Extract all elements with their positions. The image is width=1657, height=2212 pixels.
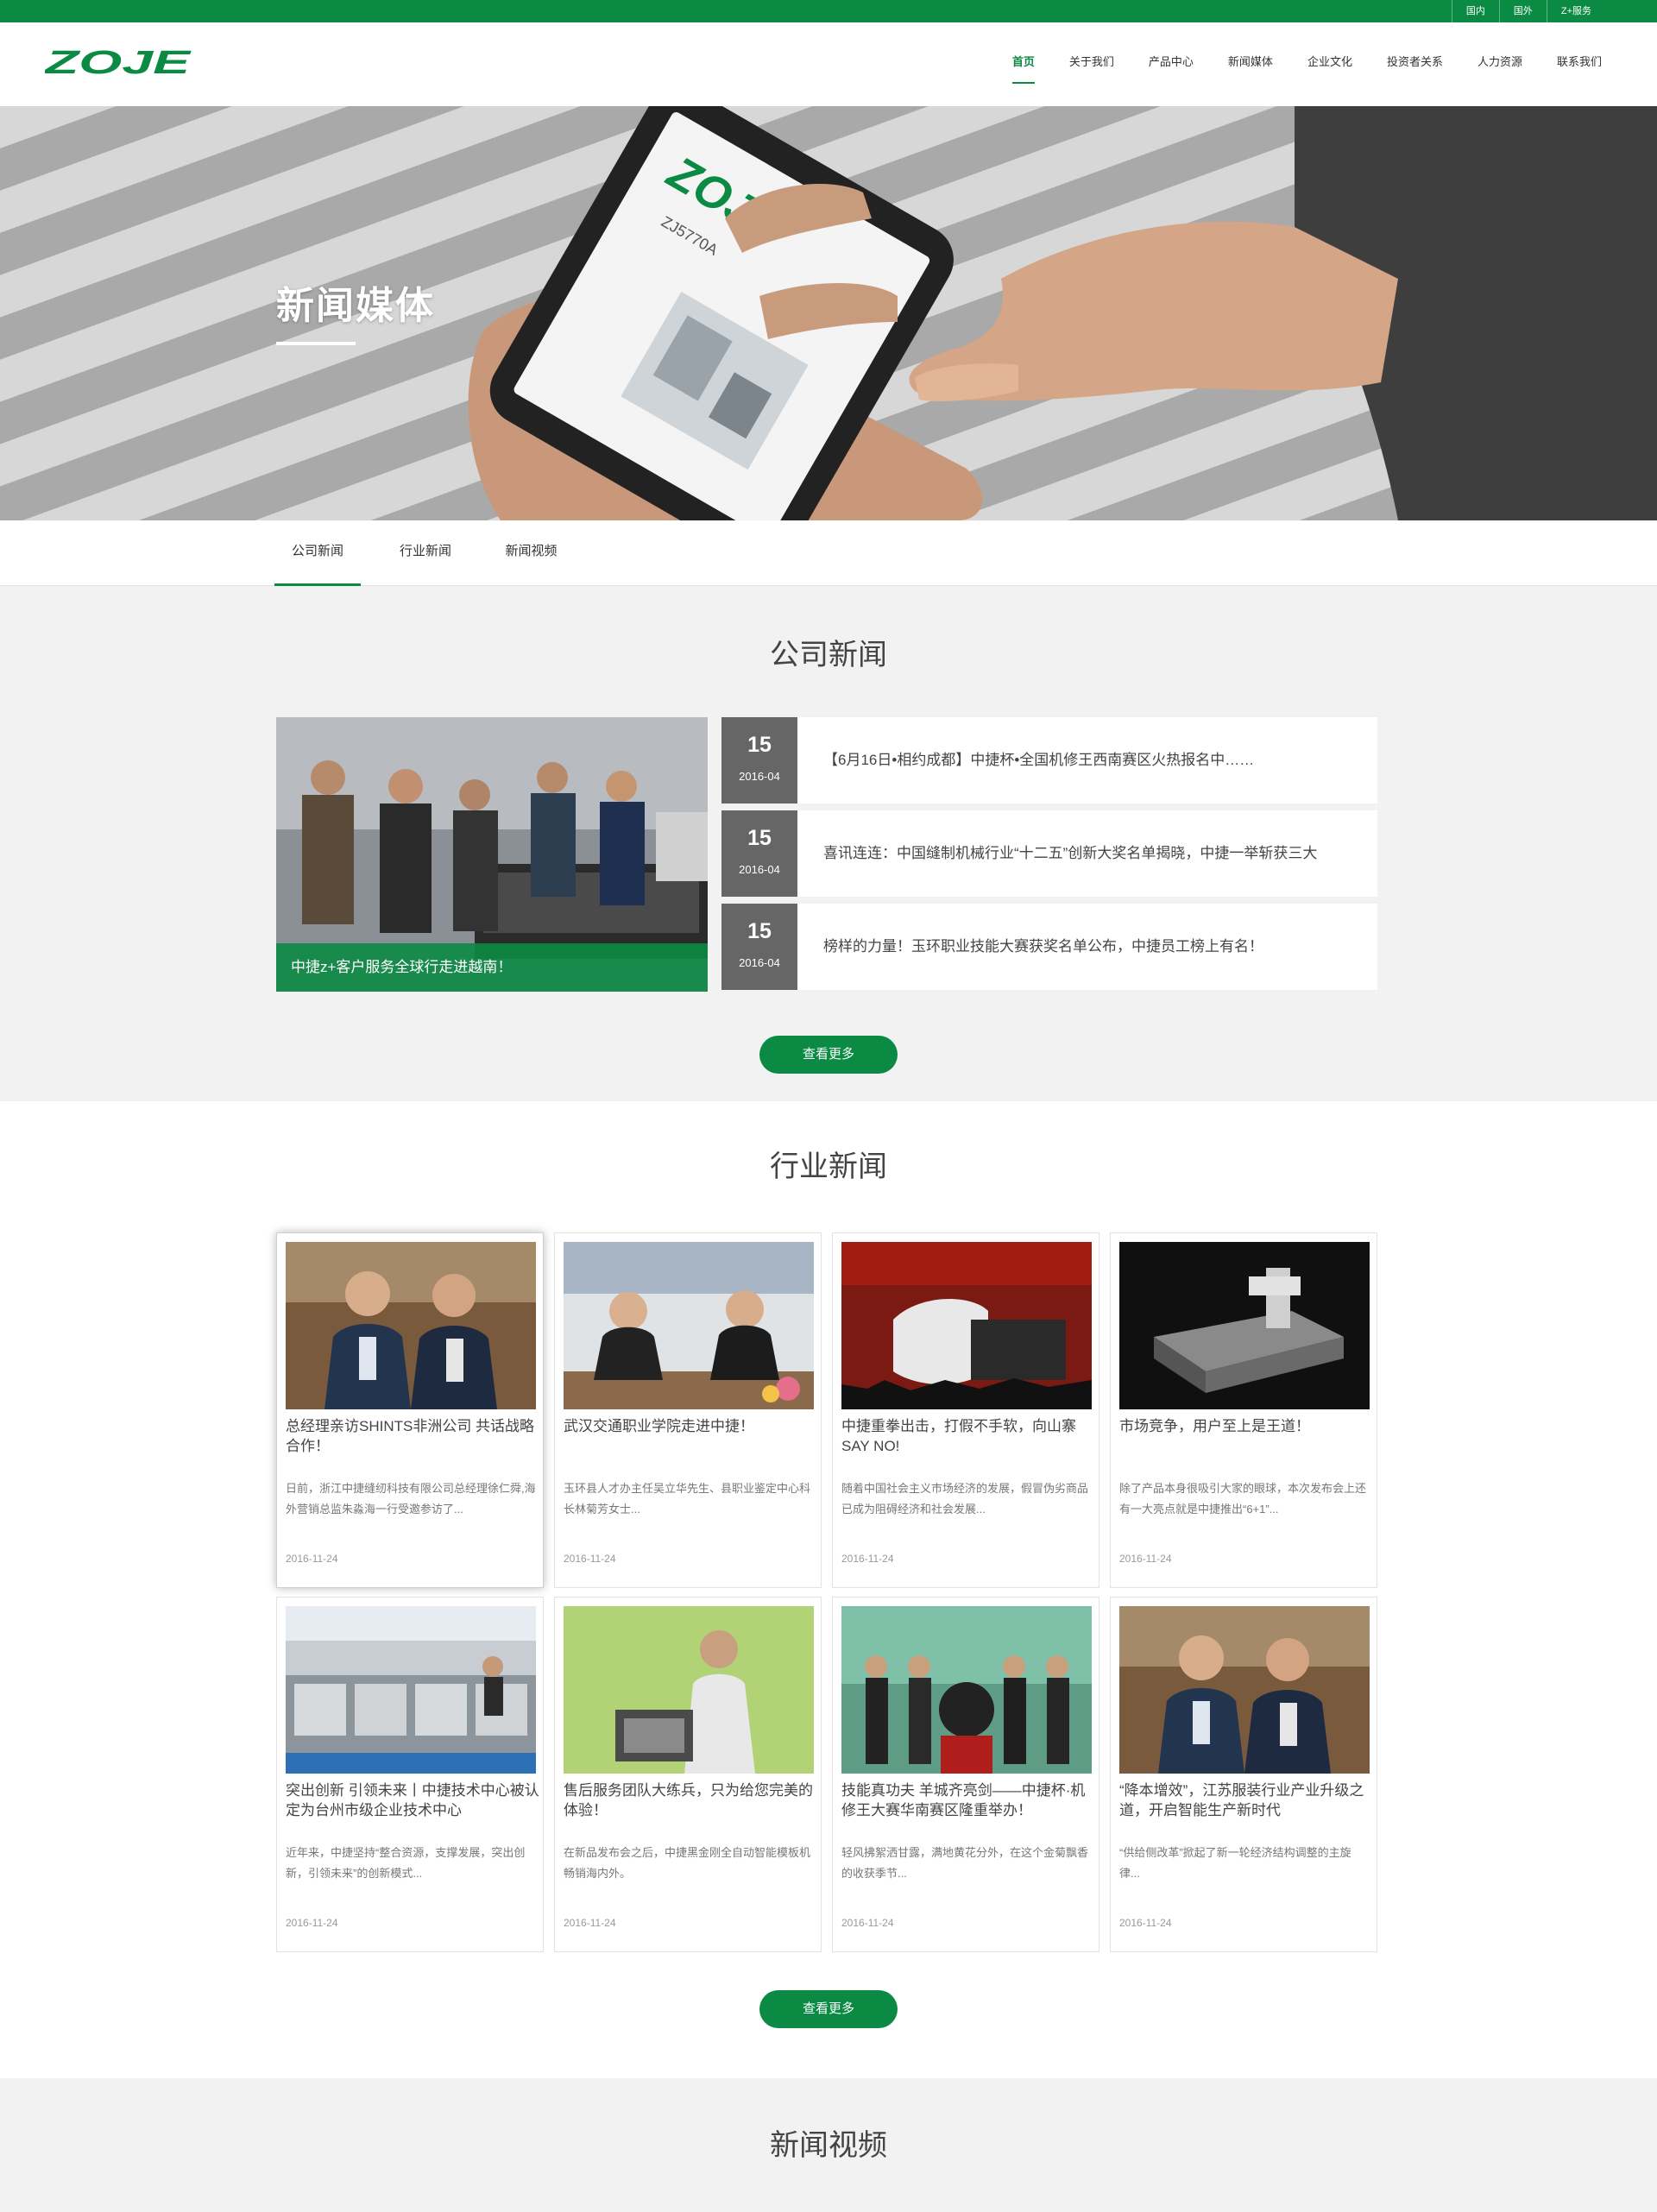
nav-investor[interactable]: 投资者关系 bbox=[1387, 22, 1443, 106]
card-desc: 在新品发布会之后，中捷黑金刚全自动智能模板机畅销海内外。 bbox=[564, 1846, 811, 1880]
news-date: 15 2016-04 bbox=[721, 717, 797, 804]
card-date: 2016-11-24 bbox=[841, 1553, 894, 1565]
tab-company-news[interactable]: 公司新闻 bbox=[274, 520, 361, 586]
nav-home[interactable]: 首页 bbox=[1011, 22, 1035, 106]
ceremony-icon bbox=[841, 1606, 1092, 1774]
company-news-section: 公司新闻 中捷z+客户服务全球行走进越南！ 15 2016-04 【6月16日•… bbox=[0, 586, 1657, 1101]
card-date: 2016-11-24 bbox=[1119, 1553, 1172, 1565]
news-day: 15 bbox=[747, 919, 772, 943]
news-card[interactable]: 总经理亲访SHINTS非洲公司 共话战略合作！ 日前，浙江中捷缝纫科技有限公司总… bbox=[276, 1232, 544, 1588]
news-headline[interactable]: 喜讯连连：中国缝制机械行业“十二五”创新大奖名单揭晓，中捷一举斩获三大 bbox=[823, 810, 1358, 897]
card-date: 2016-11-24 bbox=[564, 1917, 616, 1929]
card-date: 2016-11-24 bbox=[564, 1553, 616, 1565]
company-more-button[interactable]: 查看更多 bbox=[759, 1036, 898, 1074]
news-card[interactable]: “降本增效”，江苏服装行业产业升级之道，开启智能生产新时代 “供给侧改革”掀起了… bbox=[1110, 1597, 1377, 1952]
news-card[interactable]: 售后服务团队大练兵，只为给您完美的体验！ 在新品发布会之后，中捷黑金刚全自动智能… bbox=[554, 1597, 822, 1952]
card-desc: 近年来，中捷坚持“整合资源，支撑发展，突出创新，引领未来”的创新模式... bbox=[286, 1846, 526, 1880]
card-title[interactable]: 售后服务团队大练兵，只为给您完美的体验！ bbox=[564, 1780, 817, 1820]
nav-products[interactable]: 产品中心 bbox=[1149, 22, 1194, 106]
tab-industry-news[interactable]: 行业新闻 bbox=[387, 520, 464, 586]
card-title[interactable]: 技能真功夫 羊城齐亮剑——中捷杯·机修王大赛华南赛区隆重举办！ bbox=[841, 1780, 1095, 1820]
card-date: 2016-11-24 bbox=[286, 1553, 338, 1565]
news-date: 15 2016-04 bbox=[721, 904, 797, 990]
industry-more-button[interactable]: 查看更多 bbox=[759, 1990, 898, 2028]
card-date: 2016-11-24 bbox=[286, 1917, 338, 1929]
nav-news-media[interactable]: 新闻媒体 bbox=[1228, 22, 1273, 106]
news-video-title: 新闻视频 bbox=[770, 2129, 887, 2162]
card-title[interactable]: 突出创新 引领未来丨中捷技术中心被认定为台州市级企业技术中心 bbox=[286, 1780, 539, 1820]
link-overseas[interactable]: 国外 bbox=[1498, 0, 1547, 22]
news-card[interactable]: 市场竞争，用户至上是王道！ 除了产品本身很吸引大家的眼球，本次发布会上还有一大亮… bbox=[1110, 1232, 1377, 1588]
nav-culture[interactable]: 企业文化 bbox=[1307, 22, 1352, 106]
hero-title: 新闻媒体 bbox=[276, 285, 435, 327]
top-bar: 国内 国外 Z+服务 bbox=[0, 0, 1657, 22]
hero-title-underline bbox=[276, 342, 356, 345]
card-title[interactable]: “降本增效”，江苏服装行业产业升级之道，开启智能生产新时代 bbox=[1119, 1780, 1373, 1820]
news-card[interactable]: 中捷重拳出击，打假不手软，向山寨SAY NO! 随着中国社会主义市场经济的发展，… bbox=[832, 1232, 1099, 1588]
link-zplus-service[interactable]: Z+服务 bbox=[1546, 0, 1605, 22]
news-headline[interactable]: 榜样的力量！玉环职业技能大赛获奖名单公布，中捷员工榜上有名！ bbox=[823, 904, 1358, 990]
meeting-icon bbox=[564, 1242, 814, 1409]
presenter-icon bbox=[564, 1606, 814, 1774]
news-card[interactable]: 技能真功夫 羊城齐亮剑——中捷杯·机修王大赛华南赛区隆重举办！ 轻风拂絮洒甘露，… bbox=[832, 1597, 1099, 1952]
card-date: 2016-11-24 bbox=[1119, 1917, 1172, 1929]
top-links: 国内 国外 Z+服务 bbox=[1451, 0, 1605, 22]
tab-news-video[interactable]: 新闻视频 bbox=[490, 520, 572, 586]
card-title[interactable]: 中捷重拳出击，打假不手软，向山寨SAY NO! bbox=[841, 1416, 1095, 1456]
hero-illustration: ZOJE ZJ5770A bbox=[468, 106, 1657, 520]
news-card[interactable]: 武汉交通职业学院走进中捷！ 玉环县人才办主任吴立华先生、县职业鉴定中心科长林菊芳… bbox=[554, 1232, 822, 1588]
link-domestic[interactable]: 国内 bbox=[1451, 0, 1499, 22]
anti-fake-icon bbox=[841, 1242, 1092, 1409]
news-day: 15 bbox=[747, 826, 772, 850]
featured-caption: 中捷z+客户服务全球行走进越南！ bbox=[276, 943, 708, 992]
card-desc: 随着中国社会主义市场经济的发展，假冒伪劣商品已成为阻碍经济和社会发展... bbox=[841, 1482, 1089, 1516]
card-date: 2016-11-24 bbox=[841, 1917, 894, 1929]
machine-icon bbox=[1119, 1242, 1370, 1409]
featured-news[interactable]: 中捷z+客户服务全球行走进越南！ bbox=[276, 717, 708, 992]
card-desc: 日前，浙江中捷缝纫科技有限公司总经理徐仁舜,海外营销总监朱淼海一行受邀参访了..… bbox=[286, 1482, 536, 1516]
nav-contact[interactable]: 联系我们 bbox=[1557, 22, 1602, 106]
main-nav: 首页 关于我们 产品中心 新闻媒体 企业文化 投资者关系 人力资源 联系我们 bbox=[978, 22, 1602, 106]
two-men-icon bbox=[286, 1242, 536, 1409]
card-desc: 玉环县人才办主任吴立华先生、县职业鉴定中心科长林菊芳女士... bbox=[564, 1482, 811, 1516]
industry-news-section: 行业新闻 总经理亲访SHINTS非洲公司 共话战略合作！ 日前，浙江中捷缝纫科技… bbox=[0, 1101, 1657, 2078]
news-day: 15 bbox=[747, 733, 772, 757]
hero-banner: ZOJE ZJ5770A 新闻媒体 bbox=[0, 106, 1657, 520]
nav-about[interactable]: 关于我们 bbox=[1069, 22, 1114, 106]
card-title[interactable]: 市场竞争，用户至上是王道！ bbox=[1119, 1416, 1373, 1436]
card-desc: 轻风拂絮洒甘露，满地黄花分外，在这个金菊飘香的收获季节... bbox=[841, 1846, 1089, 1880]
logo-lettering: ZOJE bbox=[45, 47, 192, 78]
news-year-month: 2016-04 bbox=[739, 956, 780, 969]
news-year-month: 2016-04 bbox=[739, 770, 780, 783]
factory-icon bbox=[286, 1606, 536, 1774]
card-title[interactable]: 武汉交通职业学院走进中捷！ bbox=[564, 1416, 817, 1436]
news-year-month: 2016-04 bbox=[739, 863, 780, 876]
two-men-icon bbox=[1119, 1606, 1370, 1774]
news-item[interactable]: 15 2016-04 榜样的力量！玉环职业技能大赛获奖名单公布，中捷员工榜上有名… bbox=[721, 904, 1377, 990]
company-news-title: 公司新闻 bbox=[770, 639, 887, 671]
news-card[interactable]: 突出创新 引领未来丨中捷技术中心被认定为台州市级企业技术中心 近年来，中捷坚持“… bbox=[276, 1597, 544, 1952]
nav-hr[interactable]: 人力资源 bbox=[1477, 22, 1522, 106]
industry-news-title: 行业新闻 bbox=[770, 1150, 887, 1183]
news-video-section: 新闻视频 bbox=[0, 2078, 1657, 2212]
news-item[interactable]: 15 2016-04 【6月16日•相约成都】中捷杯•全国机修王西南赛区火热报名… bbox=[721, 717, 1377, 804]
card-desc: “供给侧改革”掀起了新一轮经济结构调整的主旋律... bbox=[1119, 1846, 1351, 1880]
site-header: ZOJE 首页 关于我们 产品中心 新闻媒体 企业文化 投资者关系 人力资源 联… bbox=[0, 22, 1657, 106]
card-title[interactable]: 总经理亲访SHINTS非洲公司 共话战略合作！ bbox=[286, 1416, 539, 1456]
news-headline[interactable]: 【6月16日•相约成都】中捷杯•全国机修王西南赛区火热报名中…… bbox=[823, 717, 1358, 804]
news-subtabs: 公司新闻 行业新闻 新闻视频 bbox=[0, 520, 1657, 586]
card-desc: 除了产品本身很吸引大家的眼球，本次发布会上还有一大亮点就是中捷推出“6+1”..… bbox=[1119, 1482, 1367, 1516]
zoje-logo[interactable]: ZOJE bbox=[45, 47, 193, 78]
news-date: 15 2016-04 bbox=[721, 810, 797, 897]
news-item[interactable]: 15 2016-04 喜讯连连：中国缝制机械行业“十二五”创新大奖名单揭晓，中捷… bbox=[721, 810, 1377, 897]
